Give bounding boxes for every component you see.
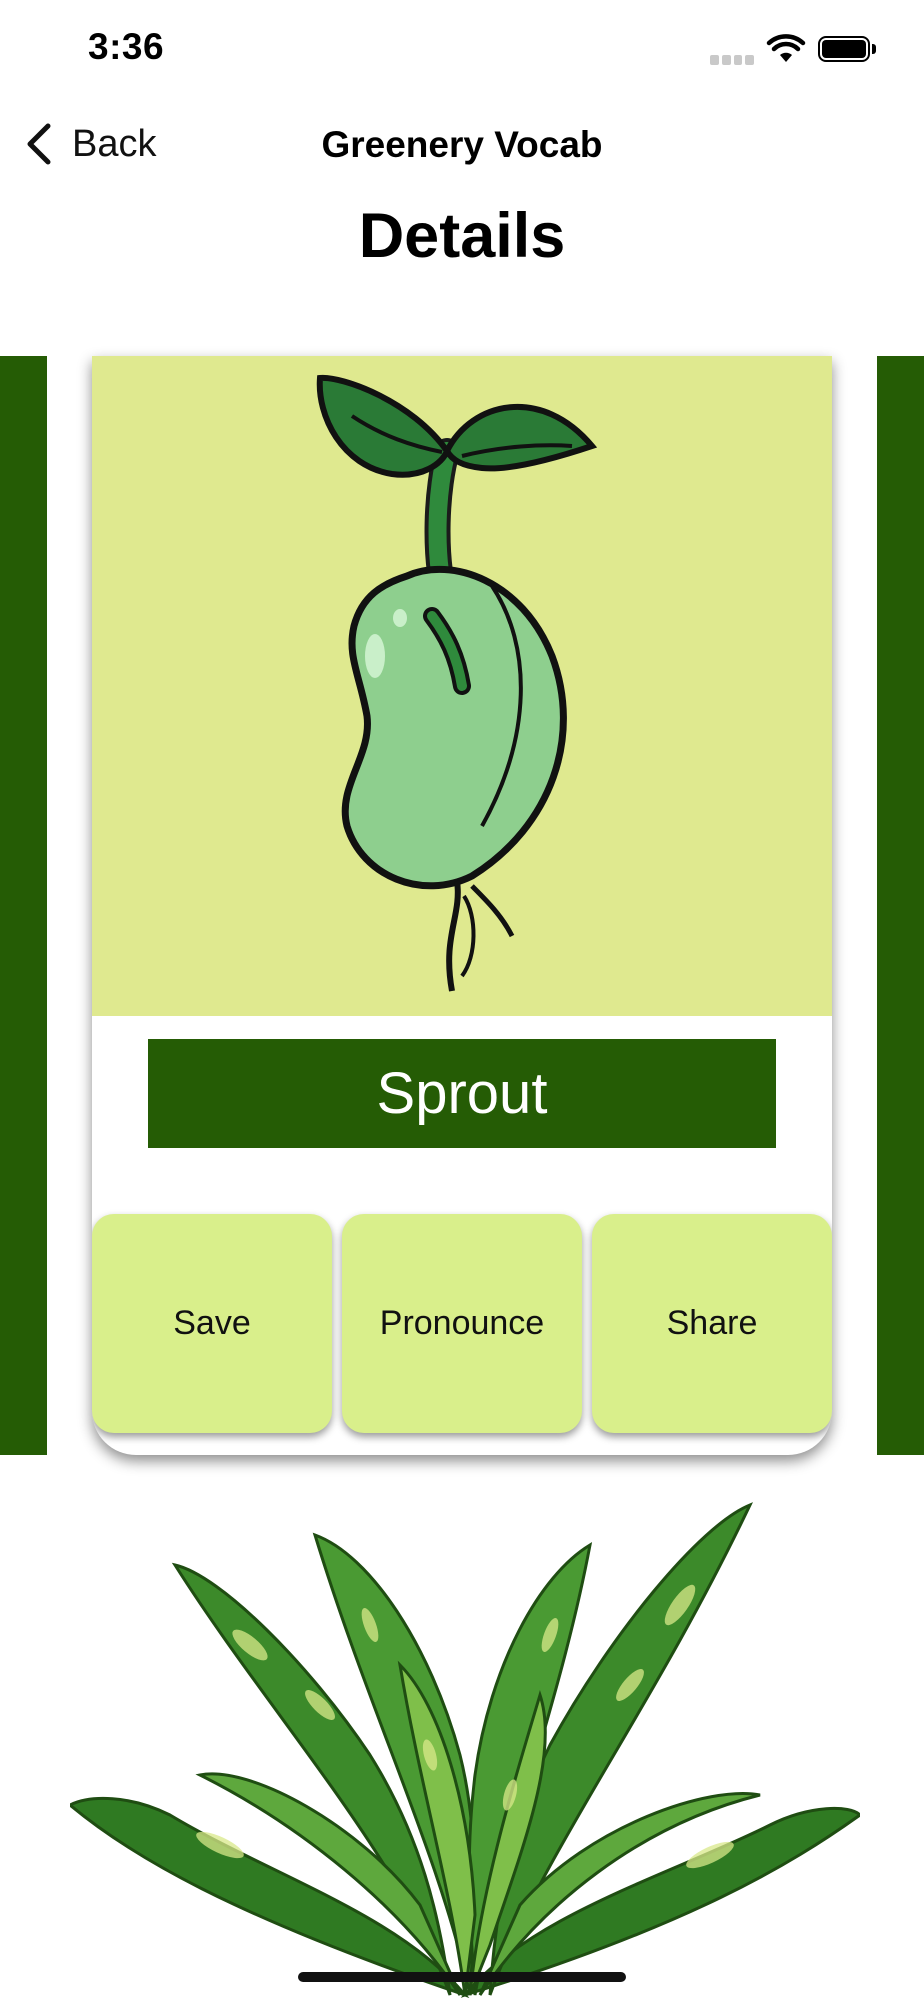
save-button[interactable]: Save: [92, 1214, 332, 1433]
wifi-icon: [766, 34, 806, 62]
battery-icon: [818, 36, 870, 62]
word-label: Sprout: [148, 1039, 776, 1148]
status-time: 3:36: [88, 26, 165, 67]
card-image-area: [92, 356, 832, 1016]
chevron-left-icon: [27, 123, 51, 165]
sprouting-bean-illustration: [316, 374, 598, 992]
previous-card-peek[interactable]: [0, 356, 47, 1455]
share-button[interactable]: Share: [592, 1214, 832, 1433]
next-card-peek[interactable]: [877, 356, 924, 1455]
vocab-card: Sprout Save Pronounce Share: [92, 356, 832, 1455]
cellular-signal-icon: [710, 55, 754, 65]
page-title: Details: [358, 201, 566, 271]
back-label: Back: [72, 122, 157, 165]
leafy-houseplant-image: [70, 1502, 860, 1999]
battery-tip: [872, 44, 876, 54]
home-indicator: [298, 1972, 626, 1982]
pronounce-button[interactable]: Pronounce: [342, 1214, 582, 1433]
back-button[interactable]: Back: [24, 122, 156, 166]
